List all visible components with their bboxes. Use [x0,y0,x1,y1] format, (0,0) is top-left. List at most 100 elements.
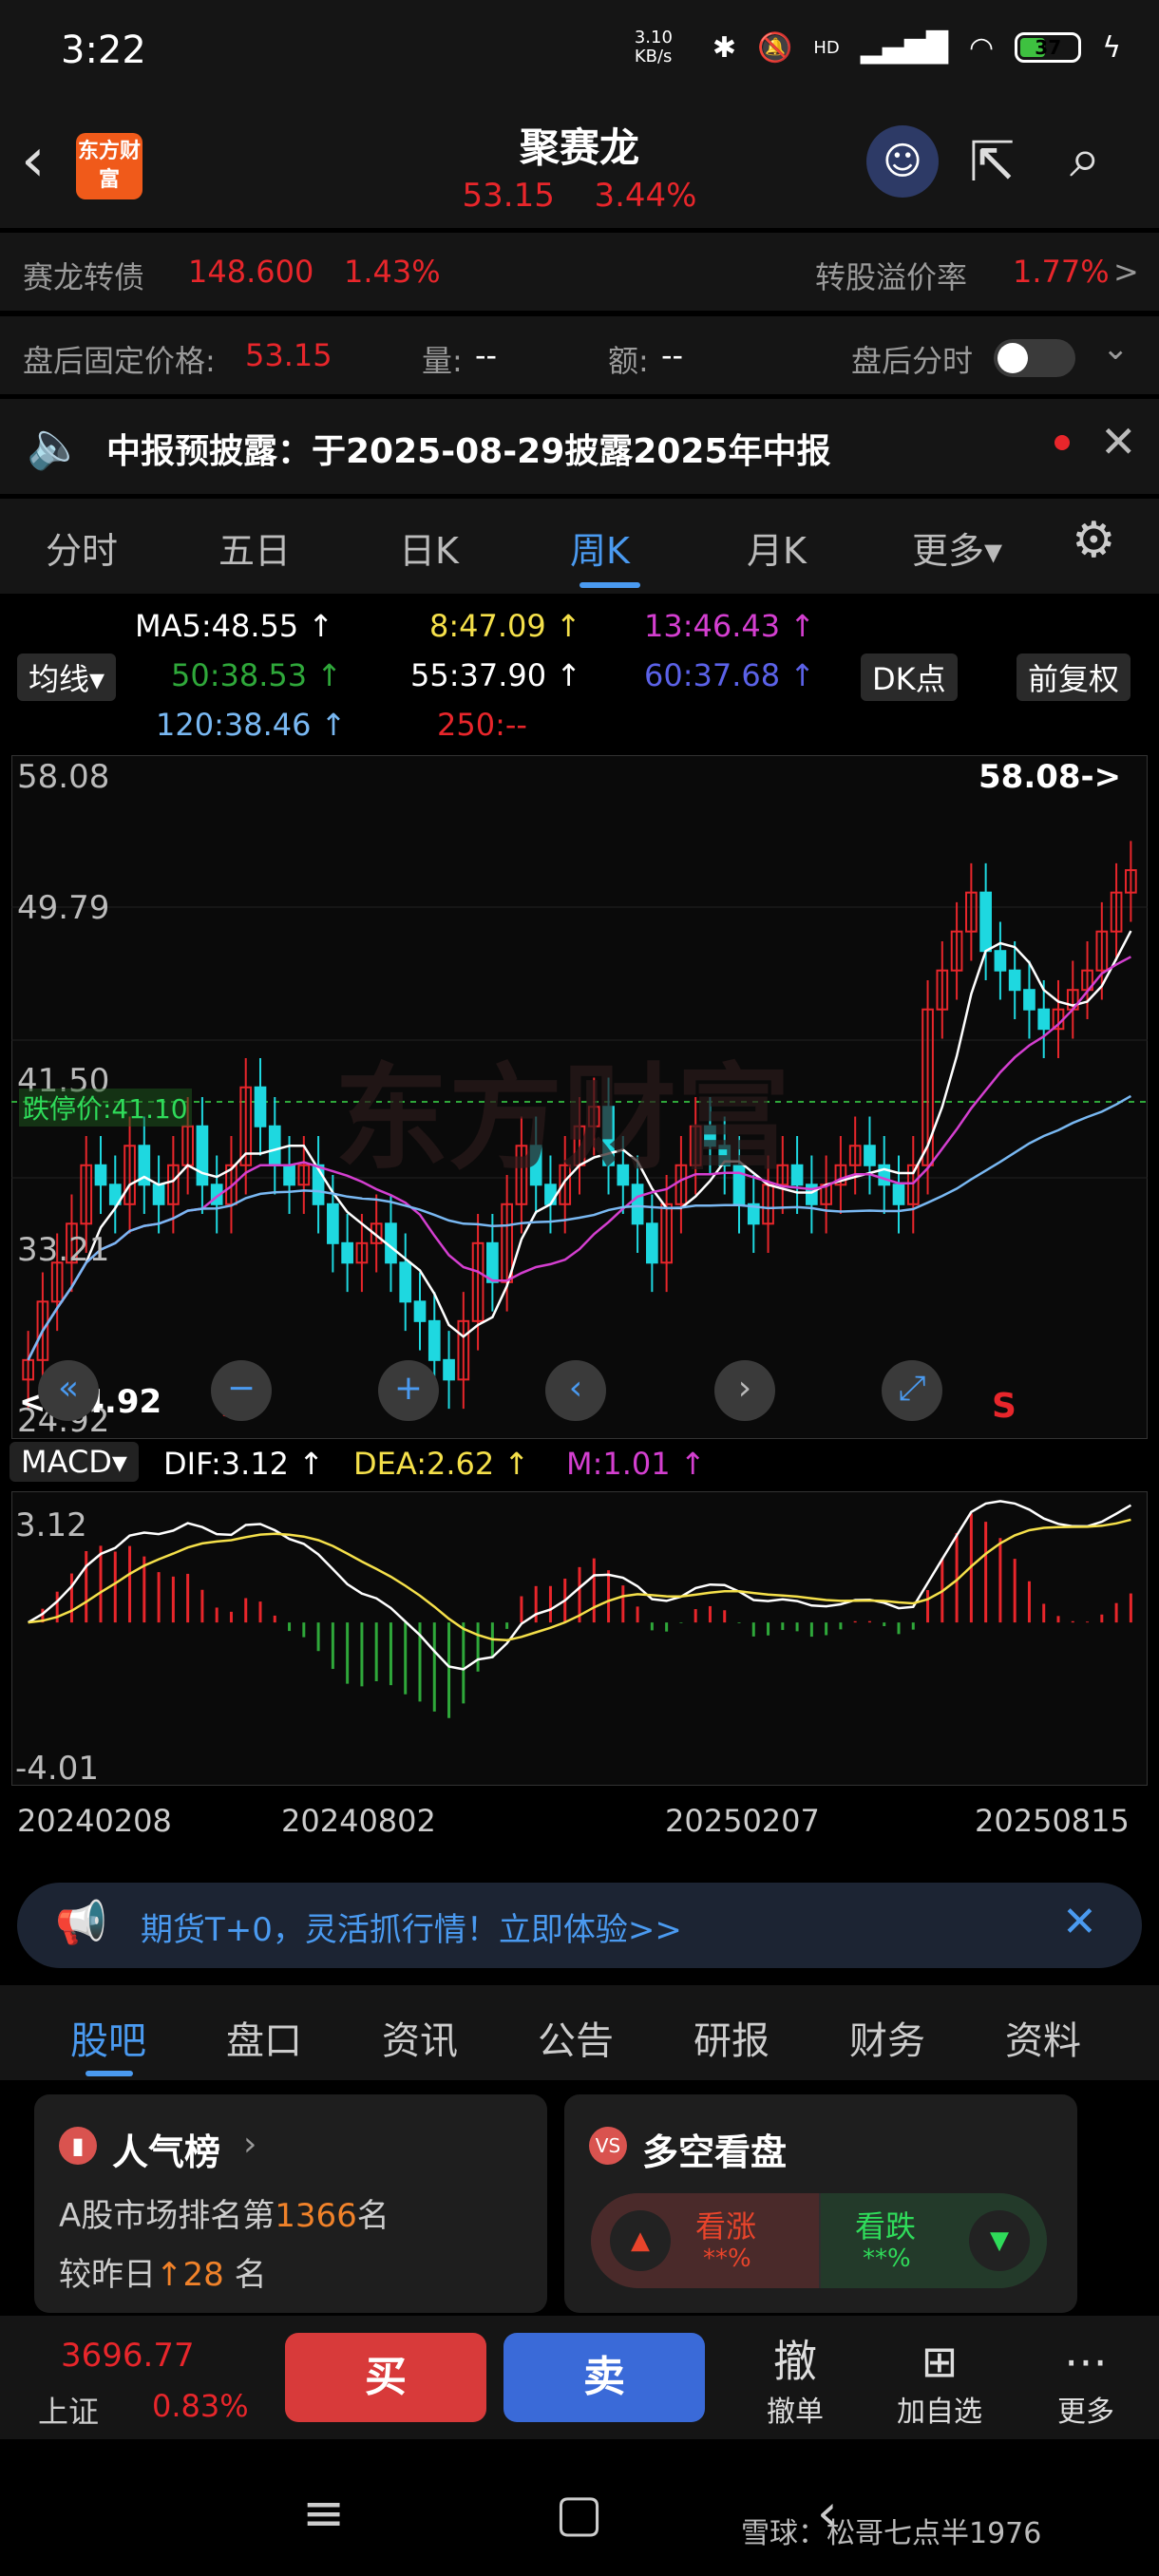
adjust-button[interactable]: 前复权 [1016,653,1131,701]
active-tab-indicator [86,2071,133,2076]
battery-icon: 37 [1015,32,1082,63]
macd-top-label: 3.12 [15,1506,87,1544]
buy-button[interactable]: 买 [285,2333,486,2422]
popularity-title: 人气榜 [112,2131,221,2173]
index-value: 3696.77 [61,2337,195,2375]
rank-line: A股市场排名第1366名 [59,2197,390,2235]
sentiment-title: 多空看盘 [642,2131,788,2173]
tab-profile[interactable]: 资料 [1005,2010,1081,2065]
ma50-value: 50:38.53 ↑ [171,657,343,693]
candle-body [196,1125,209,1186]
x-label: 20250207 [665,1803,820,1839]
add-watchlist-button[interactable]: ⊞ 加自选 [887,2335,992,2430]
settings-gear-icon[interactable]: ⚙ [1072,512,1116,569]
tab-guba[interactable]: 股吧 [70,2010,146,2065]
candle-body [341,1241,353,1264]
macd-chart[interactable] [11,1491,1148,1786]
footer-watermark: 雪球：松哥七点半1976 [741,2517,1042,2550]
menu-icon[interactable]: ≡ [302,2483,345,2543]
zoom-in-icon[interactable]: + [378,1360,439,1421]
net-speed: 3.10 KB/s [634,28,673,66]
ma5-value: MA5:48.55 ↑ [135,608,334,644]
bear-button[interactable]: 看跌 **% ▼ [821,2193,1047,2288]
macd-dea: DEA:2.62 ↑ [353,1446,530,1482]
bull-pct: **% [703,2245,751,2273]
scroll-left-fast-icon[interactable]: « [38,1360,99,1421]
chart-period-tabs: 分时 五日 日K 周K 月K 更多▾ ⚙ [0,499,1159,594]
rank-change-value: 28 [182,2256,224,2294]
ma120-value: 120:38.46 ↑ [156,707,347,743]
candle-body [790,1164,804,1186]
candle-body [1023,989,1036,1011]
charging-icon: ϟ [1102,30,1121,65]
status-time: 3:22 [61,28,146,72]
robot-assistant-icon[interactable]: ☺ [866,125,939,198]
tab-research[interactable]: 研报 [694,2010,770,2065]
macd-m: M:1.01 ↑ [566,1446,706,1482]
notice-text: 中报预披露：于2025-08-29披露2025年中报 [106,432,831,471]
tab-daily-k[interactable]: 日K [399,521,459,574]
scroll-left-icon[interactable]: ‹ [545,1360,606,1421]
candle-body [327,1203,339,1244]
chevron-right-icon: › [243,2125,257,2164]
stock-price: 53.15 [462,177,555,215]
speaker-icon: 🔈 [27,419,84,472]
y-label-max: 58.08 [17,758,110,796]
candle-body [646,1222,658,1264]
candle-body [268,1125,281,1166]
tab-weekly-k[interactable]: 周K [570,521,630,574]
zoom-out-icon[interactable]: − [211,1360,272,1421]
close-icon[interactable]: ✕ [1100,416,1137,467]
sell-button[interactable]: 卖 [504,2333,705,2422]
ma8-value: 8:47.09 ↑ [429,608,581,644]
notice-bar[interactable]: 🔈 中报预披露：于2025-08-29披露2025年中报 ✕ [0,399,1159,494]
tab-news[interactable]: 资讯 [382,2010,458,2065]
bond-label: 赛龙转债 [23,259,145,295]
triangle-down-icon: ▼ [969,2210,1030,2271]
tab-finance[interactable]: 财务 [849,2010,925,2065]
signal-icon: ▂▄▆█ [860,30,949,65]
intraday-toggle[interactable] [994,339,1075,377]
ma-selector[interactable]: 均线▾ [17,653,117,701]
fixed-price-value: 53.15 [245,337,332,373]
cancel-order-button[interactable]: 撤 撤单 [743,2335,847,2430]
chart-watermark: 东方财富 [334,1053,790,1185]
macd-bottom-label: -4.01 [15,1750,99,1788]
tab-announcement[interactable]: 公告 [538,2010,614,2065]
tab-five-day[interactable]: 五日 [218,521,291,574]
max-marker: 58.08-> [978,758,1122,796]
signal-hd: HD [813,37,840,58]
premium-value: 1.77% [1013,254,1110,290]
fullscreen-icon[interactable]: ⤢ [882,1360,942,1421]
sell-marker: S [992,1387,1016,1426]
tab-more[interactable]: 更多▾ [912,521,1002,574]
tab-intraday[interactable]: 分时 [46,521,118,574]
popularity-card[interactable]: ▮ 人气榜 › A股市场排名第1366名 较昨日↑28 名 [34,2094,547,2313]
tab-pankou[interactable]: 盘口 [226,2010,302,2065]
bond-row[interactable]: 赛龙转债 148.600 1.43% 转股溢价率 1.77% > [0,233,1159,311]
chevron-right-icon: > [1113,254,1139,290]
system-nav-bar: ≡ ▢ ‹ 雪球：松哥七点半1976 [0,2443,1159,2576]
home-icon[interactable]: ▢ [555,2483,603,2543]
chevron-down-icon[interactable]: ⌄ [1102,330,1130,368]
candle-body [1037,1008,1051,1031]
x-label: 20240208 [17,1803,172,1839]
scroll-right-icon[interactable]: › [714,1360,775,1421]
more-button[interactable]: ⋯ 更多 [1034,2335,1138,2430]
tab-monthly-k[interactable]: 月K [747,521,807,574]
bull-button[interactable]: ▲ 看涨 **% [591,2193,819,2288]
cancel-order-icon: 撤 [773,2336,817,2387]
index-pct: 0.83% [152,2388,249,2424]
close-icon[interactable]: ✕ [1062,1898,1097,1946]
dk-point-button[interactable]: DK点 [861,653,958,701]
sentiment-card[interactable]: VS 多空看盘 ▲ 看涨 **% 看跌 **% ▼ [564,2094,1077,2313]
status-bar: 3:22 3.10 KB/s ✱ 🔕 HD ▂▄▆█ ◠ 37 ϟ [0,0,1159,104]
fixed-price-label: 盘后固定价格: [23,343,216,379]
bear-label: 看跌 [855,2208,917,2245]
search-icon[interactable]: ⌕ [1070,125,1100,191]
share-icon[interactable]: ⇱ [969,129,1016,194]
macd-selector[interactable]: MACD▾ [10,1442,139,1482]
plus-square-icon: ⊞ [921,2336,959,2387]
ad-banner[interactable]: 📢 期货T+0，灵活抓行情！立即体验>> ✕ [17,1883,1142,1968]
candle-body [413,1300,427,1322]
